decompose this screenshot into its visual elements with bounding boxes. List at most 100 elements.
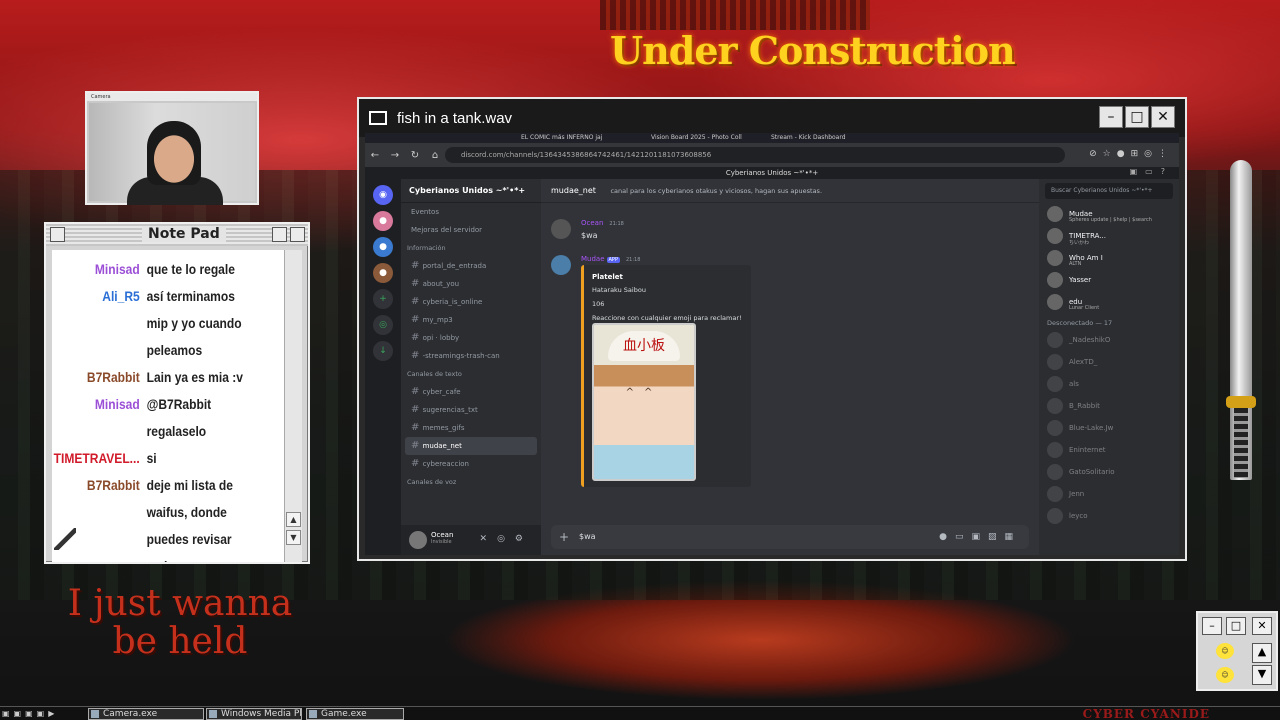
channel-item[interactable]: -streamings-trash-can: [401, 347, 541, 365]
inbox-icons[interactable]: ▣▭?: [1130, 167, 1173, 176]
notepad-scrollbar[interactable]: ▲ ▼: [284, 250, 302, 562]
channel-item[interactable]: cybereaccion: [401, 455, 541, 473]
scroll-up-arrow[interactable]: ▲: [286, 512, 301, 527]
browser-tab[interactable]: Stream - Kick Dashboard: [765, 133, 885, 143]
camera-titlebar[interactable]: Camera: [87, 93, 257, 101]
member-item[interactable]: B_Rabbit: [1039, 395, 1179, 417]
member-item[interactable]: leyco: [1039, 505, 1179, 527]
channel-category[interactable]: Información: [401, 239, 541, 257]
camera-window[interactable]: Camera: [85, 91, 259, 205]
channel-category[interactable]: Canales de voz: [401, 473, 541, 491]
mini-minimize-button[interactable]: –: [1202, 617, 1222, 635]
member-item[interactable]: TIMETRA... ちいかわ: [1039, 225, 1179, 247]
member-item[interactable]: edu Lunar Client: [1039, 291, 1179, 313]
server-name[interactable]: Cyberianos Unidos ~*'•*+: [401, 179, 541, 203]
member-item[interactable]: Blue-Lake.Jw: [1039, 417, 1179, 439]
member-item[interactable]: Yasser: [1039, 269, 1179, 291]
chat-message: @B7Rabbit regalaselo: [146, 396, 212, 439]
browser-tab[interactable]: Vision Board 2025 - Photo Coll: [645, 133, 755, 143]
search-input[interactable]: Buscar Cyberianos Unidos ~*'•*+: [1045, 183, 1173, 199]
member-name: _NadeshikO: [1069, 336, 1111, 344]
discord-titlebar: Cyberianos Unidos ~*'•*+: [365, 167, 1179, 179]
minimize-button[interactable]: –: [1099, 106, 1123, 128]
channel-item[interactable]: cyberia_is_online: [401, 293, 541, 311]
input-tools-icons[interactable]: ●▭▣▨▦: [939, 525, 1021, 549]
member-item[interactable]: als: [1039, 373, 1179, 395]
user-controls[interactable]: ✕◎⚙: [480, 534, 533, 544]
member-item[interactable]: AlexTD_: [1039, 351, 1179, 373]
notepad-close-button[interactable]: [50, 227, 65, 242]
embed-card: Platelet Hataraku Saibou 106 Reaccione c…: [581, 265, 751, 487]
taskbar-item[interactable]: Camera.exe: [88, 708, 204, 720]
message-author[interactable]: Ocean 21:18: [581, 219, 624, 227]
extension-icons[interactable]: ⊘☆●⊞◎⋮: [1089, 149, 1173, 159]
server-icon[interactable]: ●: [373, 237, 393, 257]
avatar[interactable]: [551, 219, 571, 239]
mini-scroll-up[interactable]: ▲: [1252, 643, 1272, 663]
notepad-maximize-button[interactable]: [290, 227, 305, 242]
explore-icon[interactable]: ◎: [373, 315, 393, 335]
channel-sidebar: Cyberianos Unidos ~*'•*+ Eventos Mejoras…: [401, 179, 541, 555]
member-name: Eninternet: [1069, 446, 1106, 454]
add-server-icon[interactable]: +: [373, 289, 393, 309]
embed-value: 106: [592, 300, 605, 308]
input-value[interactable]: $wa: [579, 532, 596, 541]
nav-events[interactable]: Eventos: [401, 203, 541, 221]
back-icon[interactable]: ←: [365, 150, 385, 161]
taskbar-item[interactable]: Windows Media Pla: [206, 708, 302, 720]
channel-item[interactable]: sugerencias_txt: [401, 401, 541, 419]
face-image: ^^: [625, 387, 663, 398]
chat-username: TIMETRAVEL...: [53, 450, 140, 466]
mini-window[interactable]: – □ ✕ ☺ ☺ ▲ ▼: [1196, 611, 1278, 691]
scroll-down-arrow[interactable]: ▼: [286, 530, 301, 545]
notepad-titlebar[interactable]: Note Pad: [46, 224, 308, 246]
member-item[interactable]: Jenn: [1039, 483, 1179, 505]
maximize-button[interactable]: □: [1125, 106, 1149, 128]
avatar[interactable]: [409, 531, 427, 549]
member-item[interactable]: Mudae Spheres update | $help | $search: [1039, 203, 1179, 225]
notepad-window[interactable]: Note Pad Minisad que te lo regale Ali_R5 as…: [44, 222, 310, 564]
address-bar[interactable]: discord.com/channels/1364345386864742461…: [445, 147, 1065, 163]
member-item[interactable]: Eninternet: [1039, 439, 1179, 461]
notepad-minimize-button[interactable]: [272, 227, 287, 242]
taskbar-item[interactable]: Game.exe: [306, 708, 404, 720]
channel-category[interactable]: Canales de texto: [401, 365, 541, 383]
mini-maximize-button[interactable]: □: [1226, 617, 1246, 635]
mini-close-button[interactable]: ✕: [1252, 617, 1272, 635]
home-icon[interactable]: ⌂: [425, 150, 445, 161]
nav-boosts[interactable]: Mejoras del servidor: [401, 221, 541, 239]
forward-icon[interactable]: →: [385, 150, 405, 161]
channel-item[interactable]: memes_gifs: [401, 419, 541, 437]
channel-item[interactable]: mudae_net: [405, 437, 537, 455]
avatar[interactable]: [551, 255, 571, 275]
message-author[interactable]: Mudae APP 21:18: [581, 255, 640, 263]
tray-text: CYBER CYANIDE: [1082, 707, 1210, 720]
channel-item[interactable]: about_you: [401, 275, 541, 293]
mini-scroll-down[interactable]: ▼: [1252, 665, 1272, 685]
close-button[interactable]: ✕: [1151, 106, 1175, 128]
reload-icon[interactable]: ↻: [405, 150, 425, 161]
member-item[interactable]: GatoSolitario: [1039, 461, 1179, 483]
channel-item[interactable]: cyber_cafe: [401, 383, 541, 401]
avatar: [1047, 508, 1063, 524]
server-icon[interactable]: ●: [373, 263, 393, 283]
member-name: B_Rabbit: [1069, 402, 1100, 410]
character-image[interactable]: 血小板 ^^: [592, 323, 696, 481]
discord-home-icon[interactable]: ◉: [373, 185, 393, 205]
member-item[interactable]: _NadeshikO: [1039, 329, 1179, 351]
browser-tab[interactable]: EL COMIC más INFERNO jaj: [515, 133, 635, 143]
chat-username: Ali_R5: [102, 288, 140, 304]
chat-area: mudae_net canal para los cyberianos otak…: [541, 179, 1039, 555]
member-item[interactable]: Who Am I ALTN: [1039, 247, 1179, 269]
message-input[interactable]: + $wa ●▭▣▨▦: [551, 525, 1029, 549]
download-icon[interactable]: ↓: [373, 341, 393, 361]
embed-title[interactable]: Platelet: [592, 273, 743, 281]
channel-item[interactable]: portal_de_entrada: [401, 257, 541, 275]
quick-launch-icons[interactable]: ▣▣▣▣▶: [2, 709, 58, 718]
server-icon[interactable]: ●: [373, 211, 393, 231]
window-titlebar[interactable]: fish in a tank.wav – □ ✕: [359, 99, 1185, 137]
attach-icon[interactable]: +: [559, 525, 569, 549]
channel-item[interactable]: my_mp3: [401, 311, 541, 329]
channel-item[interactable]: opi · lobby: [401, 329, 541, 347]
main-window[interactable]: fish in a tank.wav – □ ✕ EL COMIC más IN…: [357, 97, 1187, 561]
